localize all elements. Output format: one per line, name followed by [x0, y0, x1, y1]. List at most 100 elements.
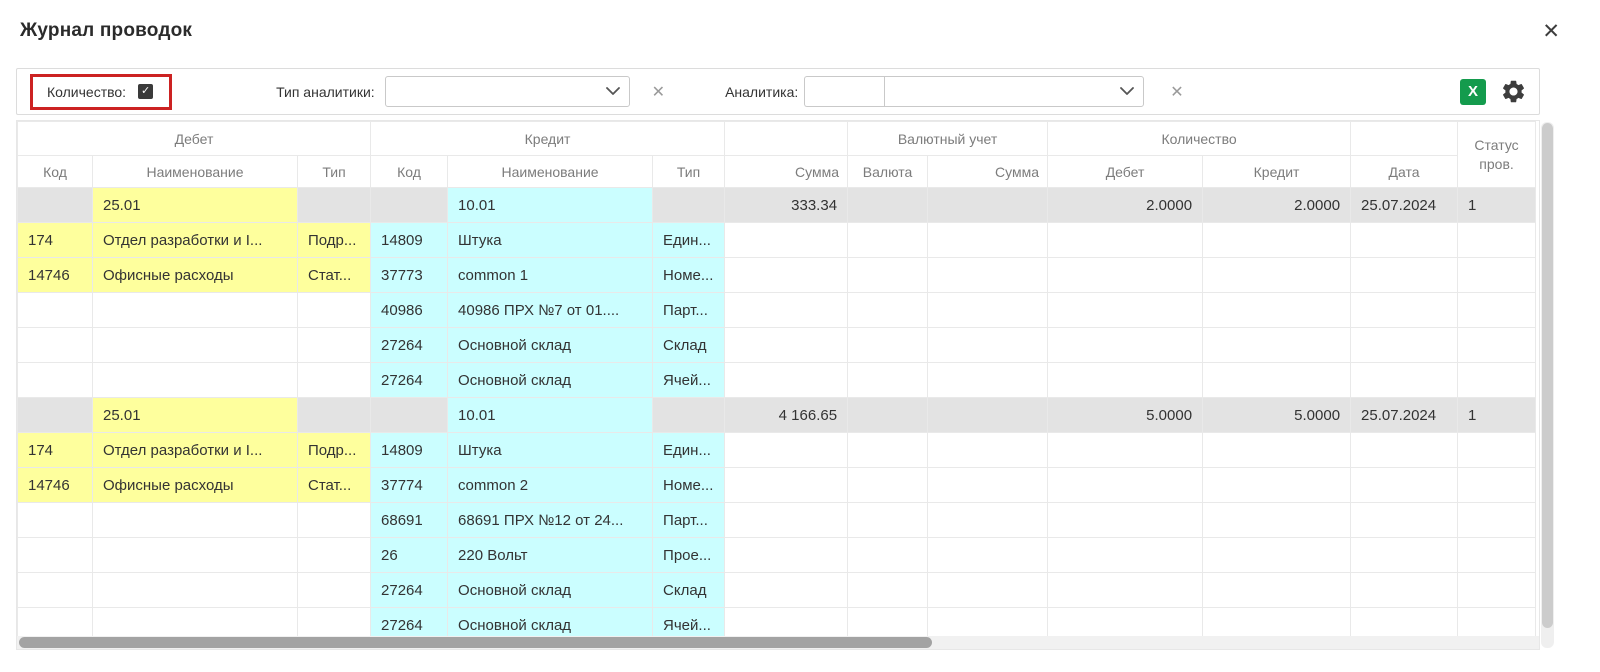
cell-date[interactable]: [1351, 608, 1458, 637]
cell-qty-credit[interactable]: [1203, 433, 1351, 468]
cell-credit-type[interactable]: Прое...: [653, 538, 725, 573]
cell-credit-type[interactable]: Парт...: [653, 293, 725, 328]
cell-qty-debit[interactable]: 5.0000: [1048, 398, 1203, 433]
cell-credit-type[interactable]: Един...: [653, 223, 725, 258]
excel-export-icon[interactable]: X: [1460, 79, 1486, 105]
cell-credit-code[interactable]: 27264: [371, 573, 448, 608]
cell-status[interactable]: [1458, 223, 1536, 258]
cell-debit-name[interactable]: Офисные расходы: [93, 468, 298, 503]
cell-credit-name[interactable]: Штука: [448, 223, 653, 258]
cell-qty-credit[interactable]: [1203, 223, 1351, 258]
settings-gear-icon[interactable]: [1500, 78, 1527, 105]
cell-currency[interactable]: [848, 538, 928, 573]
cell-debit-code[interactable]: 14746: [18, 258, 93, 293]
cell-debit-type[interactable]: [298, 293, 371, 328]
cell-debit-name[interactable]: [93, 608, 298, 637]
cell-currency[interactable]: [848, 188, 928, 223]
cell-qty-credit[interactable]: [1203, 293, 1351, 328]
table-row[interactable]: 26220 ВольтПрое...: [18, 538, 1536, 573]
cell-credit-name[interactable]: Основной склад: [448, 608, 653, 637]
table-row[interactable]: 27264Основной складСклад: [18, 328, 1536, 363]
cell-credit-name[interactable]: 40986 ПРХ №7 от 01....: [448, 293, 653, 328]
cell-credit-type[interactable]: [653, 188, 725, 223]
cell-sum[interactable]: 4 166.65: [725, 398, 848, 433]
cell-credit-name[interactable]: 220 Вольт: [448, 538, 653, 573]
cell-debit-code[interactable]: [18, 328, 93, 363]
cell-credit-code[interactable]: 27264: [371, 328, 448, 363]
quantity-checkbox[interactable]: ✓: [138, 84, 153, 99]
cell-qty-credit[interactable]: [1203, 573, 1351, 608]
cell-status[interactable]: [1458, 573, 1536, 608]
cell-credit-name[interactable]: Основной склад: [448, 573, 653, 608]
cell-qty-credit[interactable]: 2.0000: [1203, 188, 1351, 223]
cell-debit-code[interactable]: 14746: [18, 468, 93, 503]
cell-credit-type[interactable]: Парт...: [653, 503, 725, 538]
cell-debit-code[interactable]: [18, 538, 93, 573]
table-row[interactable]: 4098640986 ПРХ №7 от 01....Парт...: [18, 293, 1536, 328]
cell-currency-sum[interactable]: [928, 258, 1048, 293]
cell-debit-code[interactable]: [18, 188, 93, 223]
analytics-code-input[interactable]: [804, 76, 884, 107]
cell-credit-code[interactable]: 27264: [371, 608, 448, 637]
cell-debit-name[interactable]: Офисные расходы: [93, 258, 298, 293]
cell-debit-name[interactable]: [93, 363, 298, 398]
cell-credit-name[interactable]: Основной склад: [448, 328, 653, 363]
cell-credit-name[interactable]: 10.01: [448, 188, 653, 223]
cell-debit-type[interactable]: [298, 608, 371, 637]
close-icon[interactable]: ✕: [1542, 21, 1560, 42]
cell-qty-credit[interactable]: [1203, 363, 1351, 398]
cell-qty-debit[interactable]: [1048, 468, 1203, 503]
cell-credit-code[interactable]: 37773: [371, 258, 448, 293]
cell-credit-code[interactable]: 14809: [371, 433, 448, 468]
cell-debit-code[interactable]: [18, 293, 93, 328]
cell-sum[interactable]: [725, 608, 848, 637]
cell-currency[interactable]: [848, 293, 928, 328]
table-row[interactable]: 14746Офисные расходыСтат...37773common 1…: [18, 258, 1536, 293]
cell-currency-sum[interactable]: [928, 398, 1048, 433]
cell-currency-sum[interactable]: [928, 363, 1048, 398]
cell-debit-code[interactable]: [18, 573, 93, 608]
cell-qty-debit[interactable]: [1048, 573, 1203, 608]
cell-credit-code[interactable]: 37774: [371, 468, 448, 503]
cell-credit-code[interactable]: [371, 398, 448, 433]
cell-date[interactable]: [1351, 223, 1458, 258]
cell-currency-sum[interactable]: [928, 293, 1048, 328]
cell-qty-debit[interactable]: [1048, 258, 1203, 293]
cell-date[interactable]: [1351, 363, 1458, 398]
table-row[interactable]: 27264Основной складСклад: [18, 573, 1536, 608]
cell-sum[interactable]: [725, 538, 848, 573]
cell-debit-type[interactable]: Стат...: [298, 258, 371, 293]
horizontal-scrollbar[interactable]: [17, 636, 1539, 649]
cell-status[interactable]: 1: [1458, 188, 1536, 223]
cell-sum[interactable]: [725, 223, 848, 258]
horizontal-scrollbar-thumb[interactable]: [19, 637, 932, 648]
cell-status[interactable]: [1458, 293, 1536, 328]
cell-qty-credit[interactable]: [1203, 538, 1351, 573]
cell-status[interactable]: [1458, 363, 1536, 398]
cell-status[interactable]: [1458, 608, 1536, 637]
cell-currency[interactable]: [848, 258, 928, 293]
cell-qty-credit[interactable]: 5.0000: [1203, 398, 1351, 433]
cell-debit-type[interactable]: [298, 538, 371, 573]
cell-credit-code[interactable]: 40986: [371, 293, 448, 328]
table-row[interactable]: 27264Основной складЯчей...: [18, 363, 1536, 398]
cell-credit-code[interactable]: 27264: [371, 363, 448, 398]
analytics-select[interactable]: [884, 76, 1144, 107]
cell-sum[interactable]: [725, 328, 848, 363]
cell-status[interactable]: [1458, 503, 1536, 538]
cell-debit-code[interactable]: [18, 398, 93, 433]
cell-currency[interactable]: [848, 223, 928, 258]
cell-debit-code[interactable]: 174: [18, 433, 93, 468]
cell-credit-name[interactable]: Основной склад: [448, 363, 653, 398]
cell-status[interactable]: [1458, 433, 1536, 468]
cell-debit-type[interactable]: [298, 398, 371, 433]
cell-qty-credit[interactable]: [1203, 328, 1351, 363]
cell-debit-name[interactable]: Отдел разработки и I...: [93, 433, 298, 468]
cell-debit-type[interactable]: [298, 328, 371, 363]
cell-currency-sum[interactable]: [928, 188, 1048, 223]
cell-currency[interactable]: [848, 398, 928, 433]
cell-debit-code[interactable]: [18, 363, 93, 398]
cell-debit-name[interactable]: [93, 293, 298, 328]
table-row[interactable]: 174Отдел разработки и I...Подр...14809Шт…: [18, 223, 1536, 258]
clear-analytics-type-icon[interactable]: ✕: [652, 82, 665, 102]
